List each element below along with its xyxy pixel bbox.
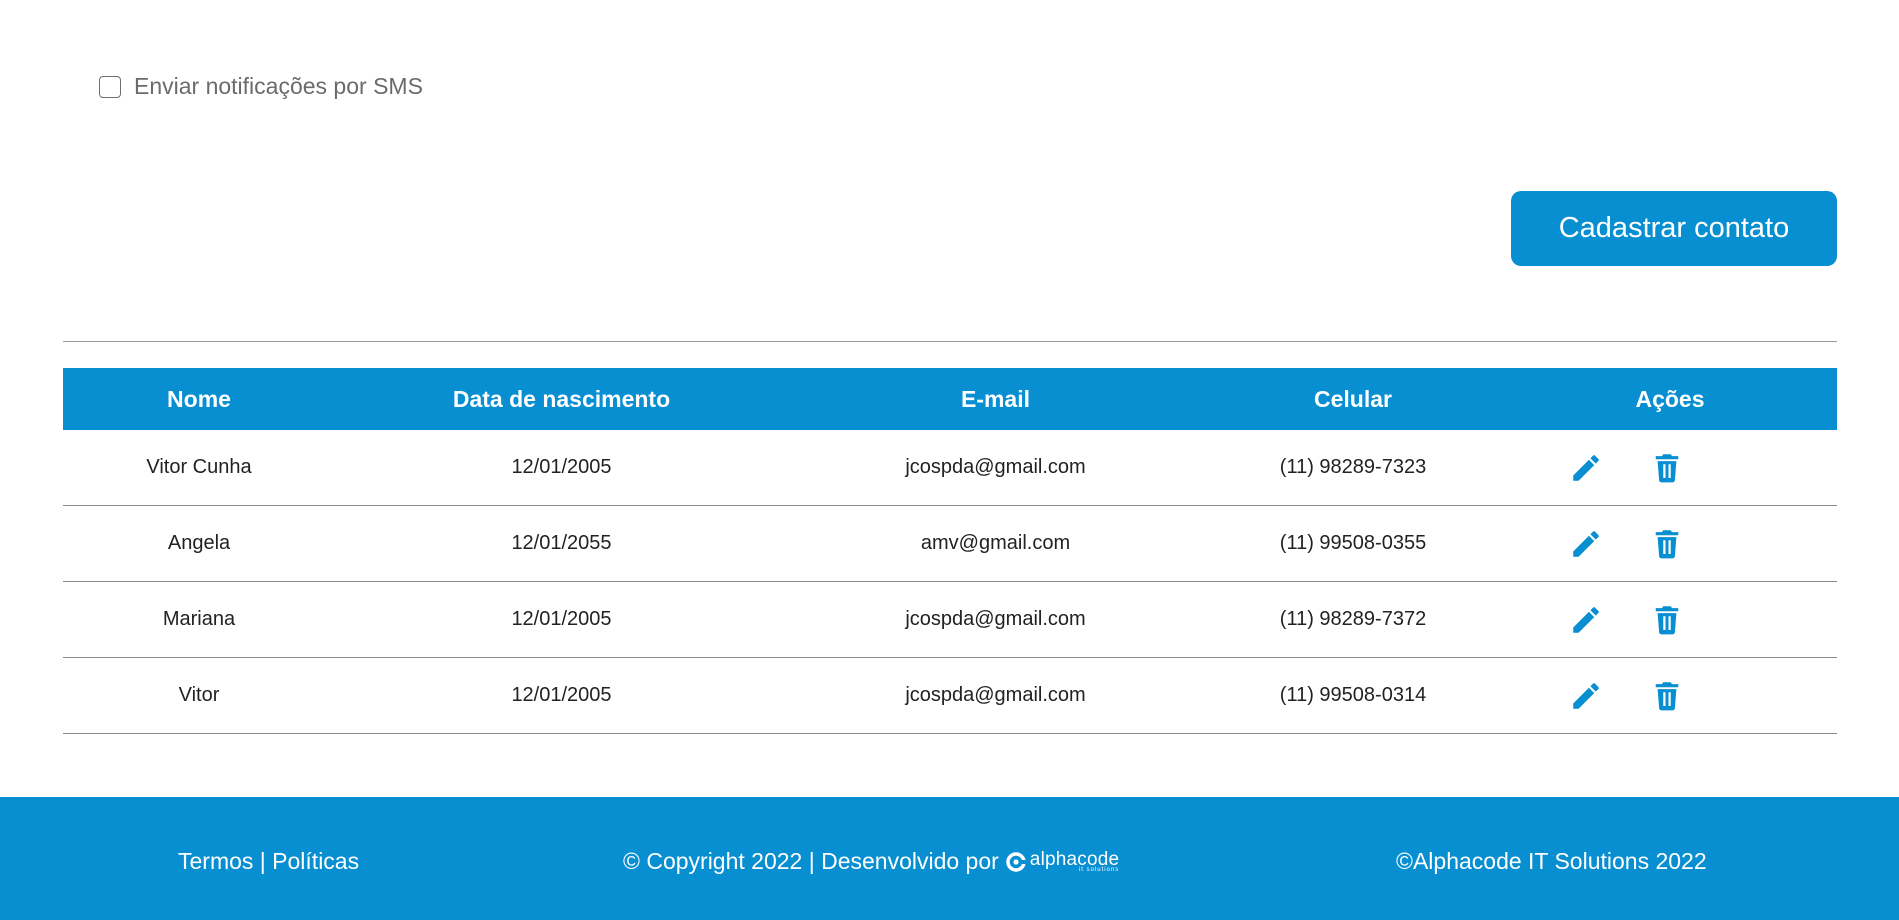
alphacode-logo-icon <box>1006 851 1027 872</box>
cell-acoes <box>1503 526 1837 562</box>
cell-nome: Vitor <box>178 684 220 706</box>
trash-icon[interactable] <box>1649 678 1685 714</box>
header-data-nascimento: Data de nascimento <box>452 385 671 412</box>
cell-nome: Vitor Cunha <box>146 456 252 478</box>
cell-celular: (11) 98289-7323 <box>1279 456 1427 478</box>
table-header: Nome Data de nascimento E-mail Celular A… <box>63 368 1837 430</box>
footer-link-separator: | <box>259 848 266 874</box>
trash-icon[interactable] <box>1649 602 1685 638</box>
footer-company: ©Alphacode IT Solutions 2022 <box>1396 848 1707 874</box>
cell-email: jcospda@gmail.com <box>905 608 1086 630</box>
table-row: Angela 12/01/2055 amv@gmail.com (11) 995… <box>63 506 1837 582</box>
trash-icon[interactable] <box>1649 450 1685 486</box>
politicas-link[interactable]: Políticas <box>272 848 359 874</box>
cell-email: amv@gmail.com <box>920 532 1071 554</box>
cell-email: jcospda@gmail.com <box>905 456 1086 478</box>
cell-celular: (11) 98289-7372 <box>1279 608 1427 630</box>
alphacode-logo-sub: it solutions <box>1078 867 1120 873</box>
table-row: Vitor Cunha 12/01/2005 jcospda@gmail.com… <box>63 430 1837 506</box>
footer-links: Termos | Políticas <box>178 848 359 875</box>
cell-data-nascimento: 12/01/2005 <box>511 456 612 478</box>
section-divider <box>63 341 1837 342</box>
cell-data-nascimento: 12/01/2055 <box>511 532 612 554</box>
cell-email: jcospda@gmail.com <box>905 684 1086 706</box>
header-email: E-mail <box>960 385 1031 412</box>
sms-checkbox-label: Enviar notificações por SMS <box>134 73 423 99</box>
pencil-icon[interactable] <box>1568 450 1604 486</box>
cell-nome: Mariana <box>162 608 236 630</box>
header-acoes: Ações <box>1635 385 1705 412</box>
trash-icon[interactable] <box>1649 526 1685 562</box>
header-celular: Celular <box>1314 385 1392 412</box>
footer-copyright: © Copyright 2022 | Desenvolvido por alph… <box>623 848 1119 875</box>
page-footer: Termos | Políticas © Copyright 2022 | De… <box>0 797 1899 920</box>
cadastrar-contato-button[interactable]: Cadastrar contato <box>1511 191 1837 266</box>
table-row: Mariana 12/01/2005 jcospda@gmail.com (11… <box>63 582 1837 658</box>
pencil-icon[interactable] <box>1568 678 1604 714</box>
pencil-icon[interactable] <box>1568 526 1604 562</box>
header-nome: Nome <box>167 385 231 412</box>
cell-acoes <box>1503 450 1837 486</box>
alphacode-logo[interactable]: alphacode it solutions <box>1005 850 1120 873</box>
cell-data-nascimento: 12/01/2005 <box>511 684 612 706</box>
sms-checkbox[interactable] <box>99 75 121 98</box>
copyright-text: © Copyright 2022 | Desenvolvido por <box>623 848 999 874</box>
sms-notification-option[interactable]: Enviar notificações por SMS <box>99 73 423 100</box>
pencil-icon[interactable] <box>1568 602 1604 638</box>
cell-acoes <box>1503 602 1837 638</box>
contacts-table: Nome Data de nascimento E-mail Celular A… <box>63 368 1837 734</box>
cell-data-nascimento: 12/01/2005 <box>511 608 612 630</box>
termos-link[interactable]: Termos <box>178 848 253 874</box>
table-row: Vitor 12/01/2005 jcospda@gmail.com (11) … <box>63 658 1837 734</box>
cell-celular: (11) 99508-0355 <box>1279 532 1427 554</box>
cell-nome: Angela <box>167 532 231 554</box>
cell-acoes <box>1503 678 1837 714</box>
cell-celular: (11) 99508-0314 <box>1279 684 1427 706</box>
